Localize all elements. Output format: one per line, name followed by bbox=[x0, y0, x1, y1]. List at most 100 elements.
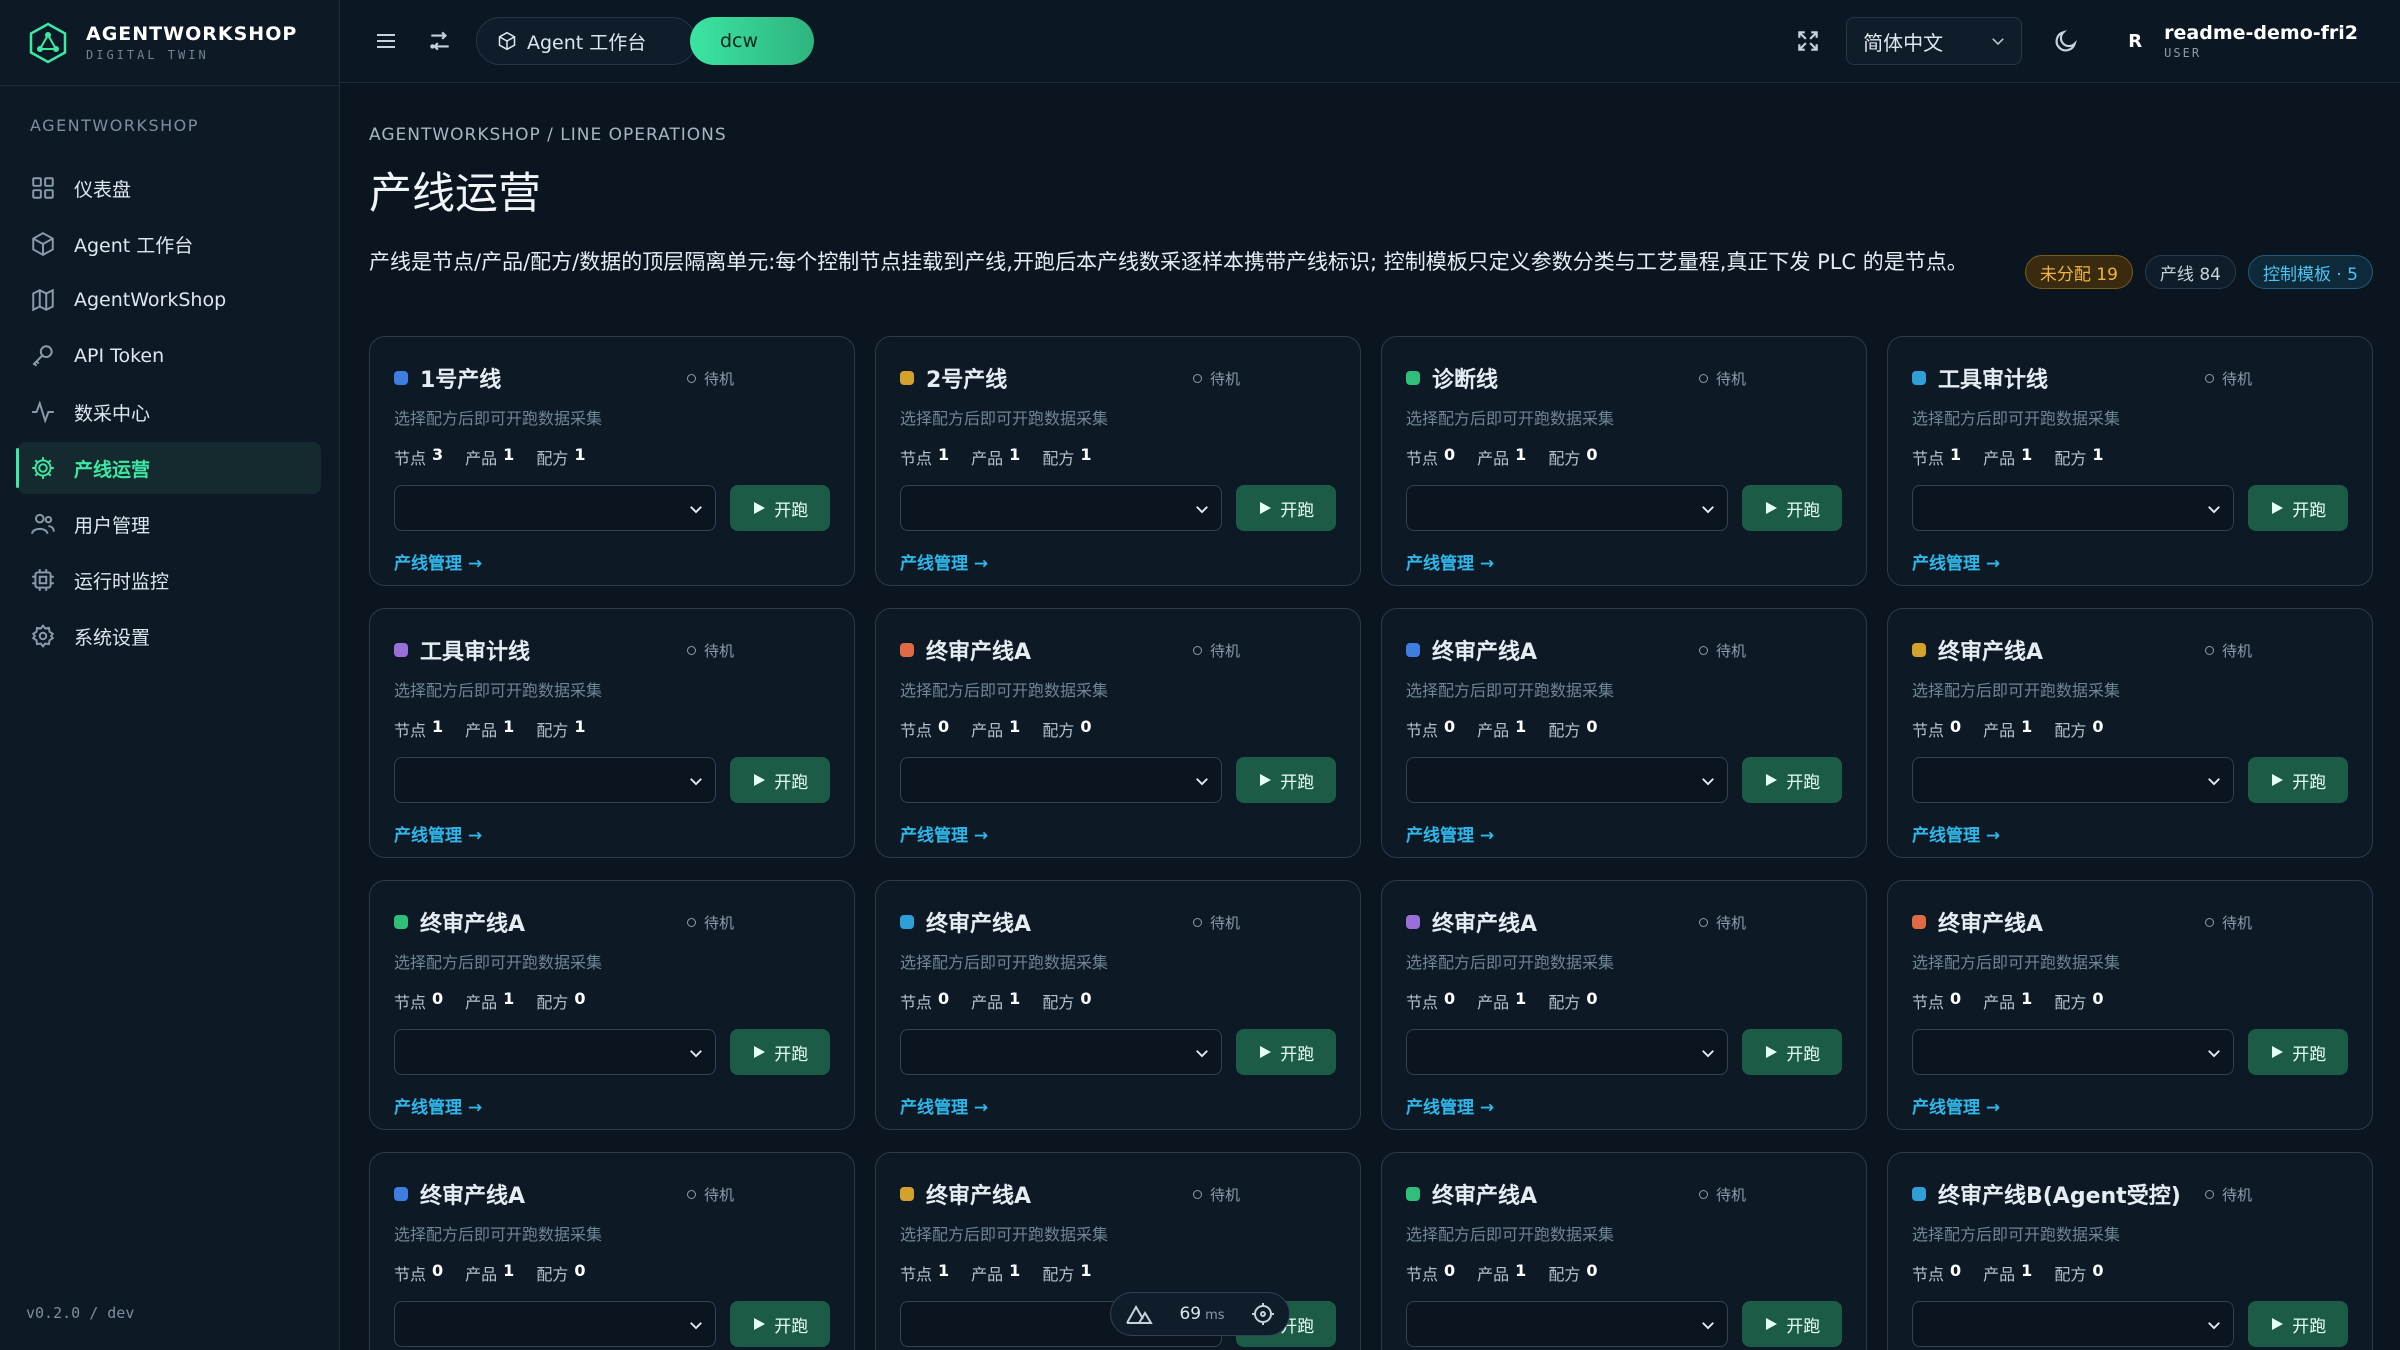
run-button-label: 开跑 bbox=[1786, 500, 1821, 521]
nodes-count: 0 bbox=[1444, 717, 1456, 736]
chevron-down-icon bbox=[690, 1322, 703, 1330]
recipe-select[interactable] bbox=[1406, 485, 1729, 531]
line-manage-link[interactable]: 产线管理 → bbox=[900, 549, 988, 574]
products-count: 1 bbox=[1009, 445, 1021, 464]
products-count: 1 bbox=[2021, 1261, 2033, 1280]
line-manage-link[interactable]: 产线管理 → bbox=[900, 821, 988, 846]
sidebar-item-dashboard[interactable]: 仪表盘 bbox=[18, 162, 321, 214]
nodes-count: 1 bbox=[938, 1261, 950, 1280]
recipe-select[interactable] bbox=[1912, 757, 2235, 803]
run-button[interactable]: 开跑 bbox=[2248, 485, 2348, 531]
products-label: 产品 bbox=[1477, 993, 1510, 1012]
play-icon bbox=[1260, 1046, 1272, 1058]
recipe-select[interactable] bbox=[394, 1029, 717, 1075]
swap-icon bbox=[430, 31, 449, 51]
line-name: 工具审计线 bbox=[420, 640, 531, 665]
recipe-select[interactable] bbox=[394, 485, 717, 531]
fullscreen-button[interactable] bbox=[1790, 23, 1826, 59]
run-button[interactable]: 开跑 bbox=[730, 757, 830, 803]
line-color-dot bbox=[1912, 643, 1926, 657]
run-button[interactable]: 开跑 bbox=[2248, 757, 2348, 803]
chevron-down-icon bbox=[690, 506, 703, 514]
run-button[interactable]: 开跑 bbox=[730, 485, 830, 531]
products-count: 1 bbox=[1515, 989, 1527, 1008]
line-manage-link[interactable]: 产线管理 → bbox=[1912, 821, 2000, 846]
settings-icon bbox=[31, 624, 55, 648]
recipe-select[interactable] bbox=[394, 1301, 717, 1347]
run-button[interactable]: 开跑 bbox=[730, 1301, 830, 1347]
control-templates-badge[interactable]: 控制模板 · 5 bbox=[2247, 255, 2373, 289]
line-manage-link[interactable]: 产线管理 → bbox=[394, 549, 482, 574]
line-manage-link[interactable]: 产线管理 → bbox=[1912, 549, 2000, 574]
recipe-select[interactable] bbox=[1912, 1301, 2235, 1347]
run-button[interactable]: 开跑 bbox=[1742, 1029, 1842, 1075]
line-stats: 节点 0 产品 1 配方 0 bbox=[1912, 717, 2348, 741]
chevron-down-icon bbox=[2208, 778, 2221, 786]
run-button[interactable]: 开跑 bbox=[2248, 1301, 2348, 1347]
recipe-select[interactable] bbox=[900, 1029, 1223, 1075]
run-button[interactable]: 开跑 bbox=[730, 1029, 830, 1075]
sidebar-item-agentworkshop[interactable]: AgentWorkShop bbox=[18, 274, 321, 326]
sidebar-item-data-center[interactable]: 数采中心 bbox=[18, 386, 321, 438]
run-button[interactable]: 开跑 bbox=[2248, 1029, 2348, 1075]
recipe-select[interactable] bbox=[1406, 1029, 1729, 1075]
agent-workbench-tab[interactable]: Agent 工作台 bbox=[476, 17, 696, 65]
play-icon bbox=[1260, 502, 1272, 514]
line-hint: 选择配方后即可开跑数据采集 bbox=[1912, 409, 2121, 428]
sidebar-item-label: API Token bbox=[74, 345, 165, 367]
recipe-select[interactable] bbox=[1406, 1301, 1729, 1347]
sidebar-item-line-operations[interactable]: 产线运营 bbox=[16, 442, 321, 494]
line-manage-link[interactable]: 产线管理 → bbox=[900, 1093, 988, 1118]
line-manage-link[interactable]: 产线管理 → bbox=[1912, 1093, 2000, 1118]
run-button-label: 开跑 bbox=[1280, 1044, 1315, 1065]
sidebar-item-runtime-monitor[interactable]: 运行时监控 bbox=[18, 554, 321, 606]
products-count: 1 bbox=[2021, 989, 2033, 1008]
recipe-select[interactable] bbox=[1406, 757, 1729, 803]
line-manage-link[interactable]: 产线管理 → bbox=[1406, 1093, 1494, 1118]
products-count: 1 bbox=[1009, 1261, 1021, 1280]
line-name: 终审产线A bbox=[926, 640, 1032, 665]
recipe-select[interactable] bbox=[900, 485, 1223, 531]
sidebar-item-user-management[interactable]: 用户管理 bbox=[18, 498, 321, 550]
sidebar-item-label: AgentWorkShop bbox=[74, 289, 227, 311]
recipes-label: 配方 bbox=[1548, 1265, 1581, 1284]
avatar[interactable]: R bbox=[2122, 31, 2148, 52]
run-button[interactable]: 开跑 bbox=[1236, 757, 1336, 803]
menu-button[interactable] bbox=[368, 23, 404, 59]
user-info[interactable]: readme-demo-fri2 USER bbox=[2164, 22, 2358, 60]
recipe-select[interactable] bbox=[1912, 485, 2235, 531]
products-label: 产品 bbox=[1983, 449, 2016, 468]
sidebar-item-label: 系统设置 bbox=[74, 626, 151, 649]
theme-toggle-button[interactable] bbox=[2048, 23, 2084, 59]
key-icon bbox=[32, 345, 53, 367]
sidebar-item-system-settings[interactable]: 系统设置 bbox=[18, 610, 321, 662]
brand[interactable]: AGENTWORKSHOP DIGITAL TWIN bbox=[0, 0, 339, 86]
recipe-select[interactable] bbox=[1912, 1029, 2235, 1075]
run-button[interactable]: 开跑 bbox=[1236, 485, 1336, 531]
switch-view-button[interactable] bbox=[422, 23, 458, 59]
perf-widget[interactable]: 69 ms bbox=[1110, 1292, 1290, 1336]
recipe-select[interactable] bbox=[394, 757, 717, 803]
line-manage-link[interactable]: 产线管理 → bbox=[394, 1093, 482, 1118]
sidebar-item-agent-workbench[interactable]: Agent 工作台 bbox=[18, 218, 321, 270]
recipes-label: 配方 bbox=[1548, 449, 1581, 468]
line-manage-link[interactable]: 产线管理 → bbox=[394, 821, 482, 846]
unassigned-badge[interactable]: 未分配 19 bbox=[2024, 255, 2133, 289]
run-button[interactable]: 开跑 bbox=[1742, 485, 1842, 531]
line-manage-link[interactable]: 产线管理 → bbox=[1406, 549, 1494, 574]
sidebar-item-api-token[interactable]: API Token bbox=[18, 330, 321, 382]
recipes-label: 配方 bbox=[2054, 1265, 2087, 1284]
run-button-label: 开跑 bbox=[2292, 1044, 2327, 1065]
run-button[interactable]: 开跑 bbox=[1742, 757, 1842, 803]
run-button[interactable]: 开跑 bbox=[1742, 1301, 1842, 1347]
lines-count-badge[interactable]: 产线 84 bbox=[2144, 255, 2236, 289]
recipes-label: 配方 bbox=[536, 721, 569, 740]
line-manage-link[interactable]: 产线管理 → bbox=[1406, 821, 1494, 846]
recipes-count: 0 bbox=[1586, 445, 1598, 464]
dcw-tab[interactable]: dcw bbox=[690, 17, 814, 65]
recipe-select[interactable] bbox=[900, 757, 1223, 803]
language-select[interactable]: 简体中文 bbox=[1846, 17, 2023, 65]
run-button[interactable]: 开跑 bbox=[1236, 1029, 1336, 1075]
nodes-count: 0 bbox=[1950, 717, 1962, 736]
line-name: 工具审计线 bbox=[1938, 368, 2049, 393]
